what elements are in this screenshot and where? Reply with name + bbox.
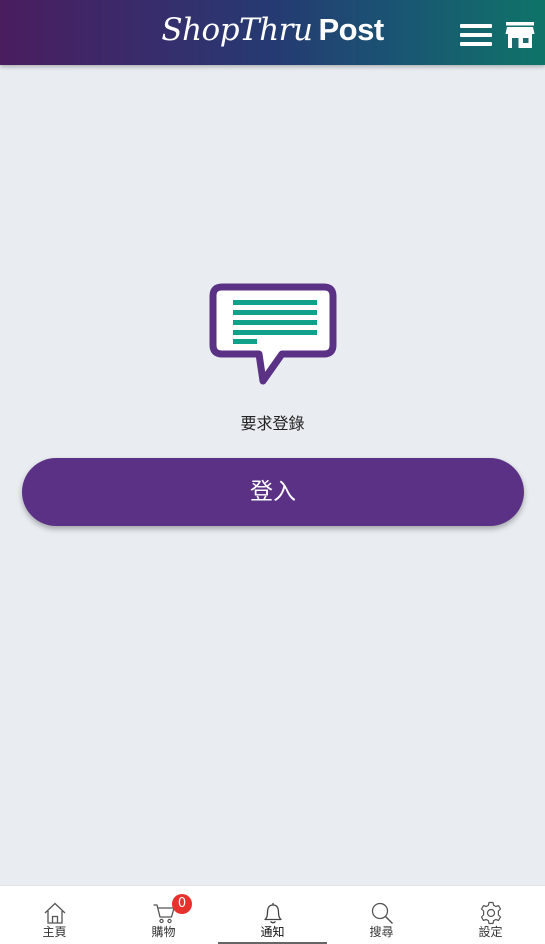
message-bubble-icon <box>209 283 337 385</box>
tab-notifications-label: 通知 <box>260 925 285 939</box>
tab-cart[interactable]: 0 購物 <box>109 886 218 944</box>
tab-home-label: 主頁 <box>42 925 67 939</box>
home-icon <box>44 902 65 924</box>
bell-icon <box>263 903 282 924</box>
tab-settings[interactable]: 設定 <box>436 886 545 944</box>
tab-cart-label: 購物 <box>151 925 176 939</box>
logo-bold-text: Post <box>318 12 384 47</box>
tab-search[interactable]: 搜尋 <box>327 886 436 944</box>
search-icon <box>371 902 393 925</box>
cart-count-badge: 0 <box>172 894 192 914</box>
login-required-message: 要求登錄 <box>240 414 305 433</box>
app-header: ShopThru Post <box>0 0 545 65</box>
logo-script-text: ShopThru <box>161 12 313 48</box>
bottom-tab-bar: 主頁 0 購物 通知 搜尋 設定 <box>0 885 545 944</box>
store-icon-graphic <box>505 22 535 48</box>
tab-settings-label: 設定 <box>478 925 503 939</box>
tab-notifications[interactable]: 通知 <box>218 886 327 944</box>
tab-home[interactable]: 主頁 <box>0 886 109 944</box>
login-button[interactable]: 登入 <box>22 458 524 526</box>
hamburger-menu-icon[interactable] <box>460 22 494 48</box>
settings-icon <box>480 901 501 925</box>
tab-search-label: 搜尋 <box>369 925 394 939</box>
store-icon[interactable] <box>505 20 535 50</box>
